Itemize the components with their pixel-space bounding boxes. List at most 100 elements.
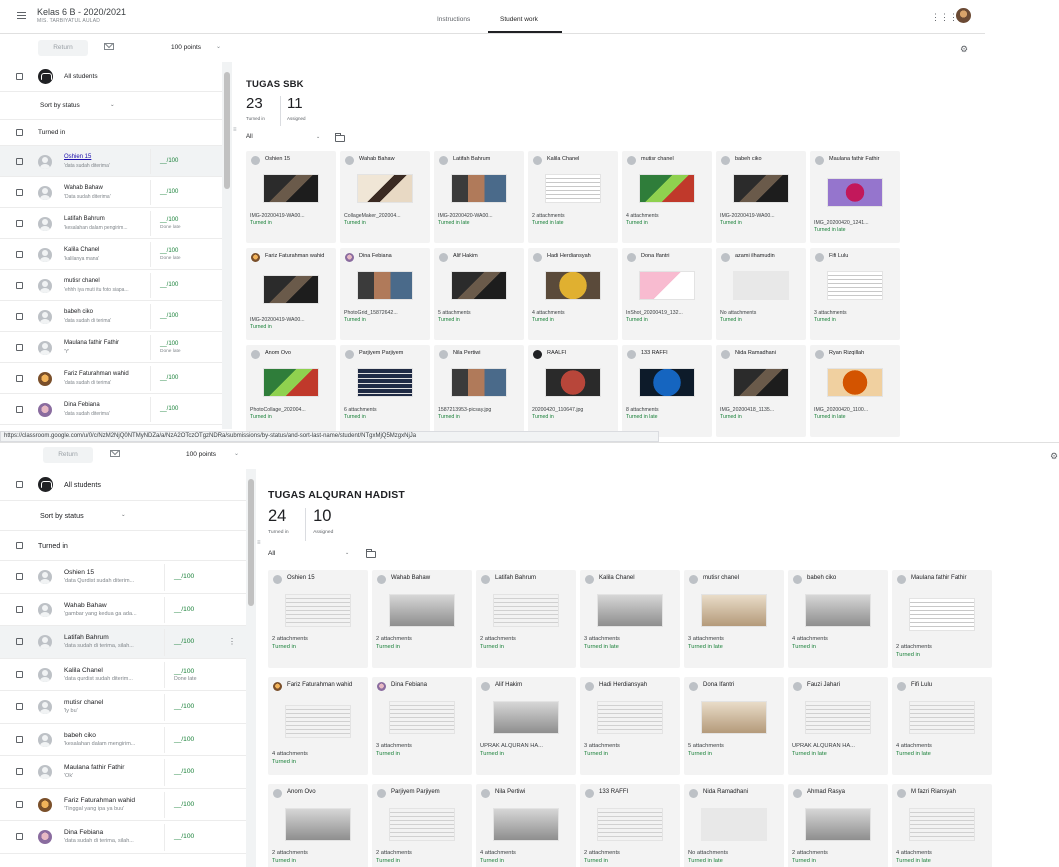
all-students-row[interactable]: All students xyxy=(0,62,231,92)
submission-card[interactable]: mutisr chanel 4 attachments Turned in xyxy=(622,151,712,243)
submission-card[interactable]: RAALFI 20200420_110647.jpg Turned in xyxy=(528,345,618,437)
attachment-thumbnail[interactable] xyxy=(733,271,789,300)
student-row[interactable]: Oshien 15 'data Qurdist sudah diterim... _… xyxy=(0,561,255,594)
attachment-thumbnail[interactable] xyxy=(827,271,883,300)
email-icon[interactable] xyxy=(104,43,114,50)
panel-resize-handle[interactable]: ≡ xyxy=(257,540,261,546)
grade-input[interactable]: __/100 xyxy=(174,638,194,645)
grade-input[interactable]: __/100 xyxy=(160,341,178,347)
submission-card[interactable]: Maulana fathir Fathir IMG_20200420_1241..… xyxy=(810,151,900,243)
attachment-thumbnail[interactable] xyxy=(451,174,507,203)
submission-card[interactable]: Kalila Chanel 2 attachments Turned in late xyxy=(528,151,618,243)
chevron-down-icon[interactable]: ⌄ xyxy=(234,450,239,457)
attachment-thumbnail[interactable] xyxy=(451,271,507,300)
student-row[interactable]: Kalila Chanel 'kalilanya mana' __/100 Done … xyxy=(0,239,231,270)
assigned-count[interactable]: 11 xyxy=(287,95,303,112)
submission-card[interactable]: Ahmad Rasya 2 attachments Turned in xyxy=(788,784,888,867)
student-checkbox[interactable] xyxy=(16,703,23,711)
grade-input[interactable]: __/100 xyxy=(174,606,194,613)
email-icon[interactable] xyxy=(110,450,120,457)
attachment-thumbnail[interactable] xyxy=(597,808,663,841)
student-name[interactable]: Dina Febiana xyxy=(64,829,103,836)
submission-card[interactable]: Latifah Bahrum IMG-20200420-WA00... Turned… xyxy=(434,151,524,243)
student-checkbox[interactable] xyxy=(16,281,23,289)
account-avatar[interactable] xyxy=(956,8,971,23)
attachment-thumbnail[interactable] xyxy=(733,368,789,397)
attachment-thumbnail[interactable] xyxy=(263,275,319,304)
student-row[interactable]: Fariz Faturahman wahid 'data sudah di ter… xyxy=(0,363,231,394)
attachment-thumbnail[interactable] xyxy=(639,271,695,300)
folder-icon[interactable] xyxy=(365,549,376,558)
submission-card[interactable]: Oshien 15 2 attachments Turned in xyxy=(268,570,368,668)
attachment-thumbnail[interactable] xyxy=(285,705,351,738)
grade-input[interactable]: __/100 xyxy=(174,801,194,808)
select-all-checkbox[interactable] xyxy=(16,481,23,488)
submission-card[interactable]: Nila Pertiwi 1587213953-picsay.jpg Turned … xyxy=(434,345,524,437)
submission-card[interactable]: Fifi Lulu 3 attachments Turned in xyxy=(810,248,900,340)
points-selector[interactable]: 100 points xyxy=(171,44,201,51)
grade-input[interactable]: __/100 xyxy=(160,248,178,254)
chevron-down-icon[interactable]: ⌄ xyxy=(121,512,126,518)
student-name[interactable]: Maulana fathir Fathir xyxy=(64,764,124,771)
attachment-thumbnail[interactable] xyxy=(909,701,975,734)
student-row[interactable]: babeh ciko'kesalahan dalam mengirim... __… xyxy=(0,724,255,756)
submission-card[interactable]: Nida Ramadhani IMG_20200418_1135... Turned… xyxy=(716,345,806,437)
attachment-thumbnail[interactable] xyxy=(493,701,559,734)
submission-card[interactable]: mutisr chanel 3 attachments Turned in late xyxy=(684,570,784,668)
submission-card[interactable]: Fifi Lulu 4 attachments Turned in late xyxy=(892,677,992,775)
submission-card[interactable]: Maulana fathir Fathir 2 attachments Turned… xyxy=(892,570,992,668)
tab-student-work[interactable]: Student work xyxy=(500,16,538,23)
submission-card[interactable]: Fauzi Jahari UPRAK ALQURAN HA... Turned in… xyxy=(788,677,888,775)
chevron-down-icon[interactable]: ⌄ xyxy=(110,102,115,108)
student-checkbox[interactable] xyxy=(16,157,23,165)
student-row[interactable]: Latifah Bahrum 'data sudah di terima, sil… xyxy=(0,626,255,659)
attachment-thumbnail[interactable] xyxy=(263,174,319,203)
select-turned-in-checkbox[interactable] xyxy=(16,129,23,136)
submission-card[interactable]: Dona Ifantri 5 attachments Turned in xyxy=(684,677,784,775)
student-checkbox[interactable] xyxy=(16,768,23,776)
submission-card[interactable]: Hadi Herdiansyah 4 attachments Turned in xyxy=(528,248,618,340)
attachment-thumbnail[interactable] xyxy=(701,701,767,734)
student-row[interactable]: Dina Febiana 'data sudah di terima, silah… xyxy=(0,821,255,854)
points-selector[interactable]: 100 points xyxy=(186,451,216,458)
attachment-thumbnail[interactable] xyxy=(545,174,601,203)
student-name[interactable]: babeh ciko xyxy=(64,732,96,739)
filter-dropdown[interactable]: All xyxy=(268,550,275,557)
submission-card[interactable]: Ryan Rizqillah IMG_20200420_1100... Turned… xyxy=(810,345,900,437)
grade-input[interactable]: __/100 xyxy=(174,736,194,743)
student-name[interactable]: Fariz Faturahman wahid xyxy=(64,797,135,804)
sort-by-status-dropdown[interactable]: Sort by status xyxy=(40,512,84,520)
submission-card[interactable]: 133 RAFFI 2 attachments Turned in xyxy=(580,784,680,867)
grade-input[interactable]: __/100 xyxy=(160,406,178,412)
grade-input[interactable]: __/100 xyxy=(160,189,178,195)
filter-dropdown[interactable]: All xyxy=(246,134,253,140)
submission-card[interactable]: Fariz Faturahman wahid IMG-20200419-WA00.… xyxy=(246,248,336,340)
attachment-thumbnail[interactable] xyxy=(909,808,975,841)
attachment-thumbnail[interactable] xyxy=(357,368,413,397)
student-name[interactable]: mutisr chanel xyxy=(64,699,103,706)
attachment-thumbnail[interactable] xyxy=(827,368,883,397)
submission-card[interactable]: Alif Hakim 5 attachments Turned in xyxy=(434,248,524,340)
submission-card[interactable]: Parjiyem Parjiyem 6 attachments Turned in xyxy=(340,345,430,437)
attachment-thumbnail[interactable] xyxy=(827,178,883,207)
submission-card[interactable]: Wahab Bahaw CollageMaker_202004... Turned … xyxy=(340,151,430,243)
student-name[interactable]: Fariz Faturahman wahid xyxy=(64,371,129,377)
grade-input[interactable]: __/100 xyxy=(160,282,178,288)
turned-in-count[interactable]: 24 xyxy=(268,507,286,526)
grade-input[interactable]: __/100 xyxy=(160,217,178,223)
submission-card[interactable]: Parjiyem Parjiyem 2 attachments Turned in xyxy=(372,784,472,867)
submission-card[interactable]: babeh ciko IMG-20200419-WA00... Turned in xyxy=(716,151,806,243)
student-checkbox[interactable] xyxy=(16,735,23,743)
student-name[interactable]: Kalila Chanel xyxy=(64,667,103,674)
student-row[interactable]: Kalila Chanel'data qurdist sudah diterim… xyxy=(0,659,255,691)
select-all-checkbox[interactable] xyxy=(16,73,23,80)
attachment-thumbnail[interactable] xyxy=(805,808,871,841)
attachment-thumbnail[interactable] xyxy=(909,598,975,631)
student-checkbox[interactable] xyxy=(16,374,23,382)
student-name[interactable]: Wahab Bahaw xyxy=(64,602,107,609)
attachment-thumbnail[interactable] xyxy=(357,271,413,300)
student-checkbox[interactable] xyxy=(16,250,23,258)
return-button[interactable]: Return xyxy=(43,447,93,463)
submission-card[interactable]: Oshien 15 IMG-20200419-WA00... Turned in xyxy=(246,151,336,243)
student-checkbox[interactable] xyxy=(16,638,23,646)
